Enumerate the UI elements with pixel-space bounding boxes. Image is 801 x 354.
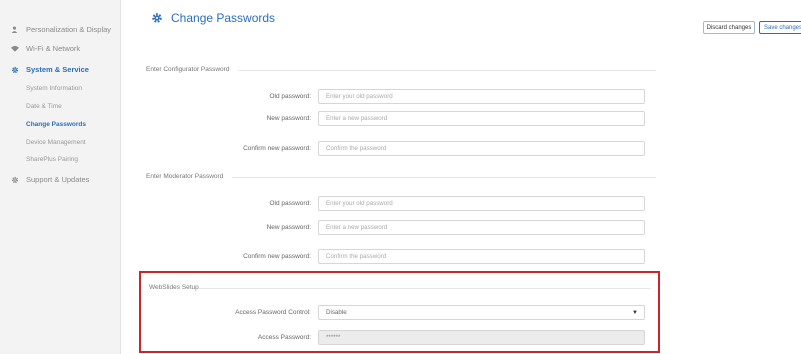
sidebar-item-wifi[interactable]: Wi-Fi & Network <box>10 44 80 53</box>
moderator-old-password-input[interactable]: Enter your old password <box>318 196 645 211</box>
sidebar-subitem-date-time[interactable]: Date & Time <box>26 103 62 110</box>
gear-icon <box>151 12 163 24</box>
section-heading-configurator: Enter Configurator Password <box>146 66 230 73</box>
gear-icon <box>10 66 19 74</box>
sidebar-item-personalization[interactable]: Personalization & Display <box>10 25 111 34</box>
moderator-new-password-label: New password: <box>266 224 311 231</box>
save-changes-button[interactable]: Save changes <box>759 21 801 34</box>
access-password-control-select[interactable]: Disable ▼ <box>318 305 645 320</box>
person-icon <box>10 26 19 33</box>
sidebar-item-label: System & Service <box>26 65 89 74</box>
configurator-new-password-input[interactable]: Enter a new password <box>318 111 645 126</box>
divider <box>199 288 651 289</box>
configurator-confirm-password-label: Confirm new password: <box>243 145 311 152</box>
moderator-confirm-password-label: Confirm new password: <box>243 253 311 260</box>
configurator-new-password-label: New password: <box>266 115 311 122</box>
sidebar-item-label: Personalization & Display <box>26 25 112 34</box>
configurator-old-password-input[interactable]: Enter your old password <box>318 89 645 104</box>
sidebar-subitem-device-management[interactable]: Device Management <box>26 139 86 146</box>
access-password-label: Access Password: <box>257 334 311 341</box>
sidebar-subitem-shareplus-pairing[interactable]: SharePlus Pairing <box>26 156 78 163</box>
sidebar-subitem-change-passwords[interactable]: Change Passwords <box>26 121 86 128</box>
sidebar-item-label: Wi-Fi & Network <box>26 44 81 53</box>
configurator-old-password-label: Old password: <box>269 93 311 100</box>
caret-down-icon: ▼ <box>632 310 638 316</box>
divider <box>238 70 656 71</box>
wifi-icon <box>10 45 19 52</box>
configurator-confirm-password-input[interactable]: Confirm the password <box>318 141 645 156</box>
section-heading-webslides: WebSlides Setup <box>149 284 199 291</box>
access-password-input[interactable]: ****** <box>318 330 645 345</box>
sidebar-subitem-system-information[interactable]: System Information <box>26 85 82 92</box>
gear-icon <box>10 176 19 184</box>
moderator-new-password-input[interactable]: Enter a new password <box>318 220 645 235</box>
sidebar-item-label: Support & Updates <box>26 175 90 184</box>
moderator-confirm-password-input[interactable]: Confirm the password <box>318 249 645 264</box>
sidebar-item-support[interactable]: Support & Updates <box>10 175 89 184</box>
moderator-old-password-label: Old password: <box>269 200 311 207</box>
page-title: Change Passwords <box>151 11 275 25</box>
divider <box>232 177 656 178</box>
access-password-control-label: Access Password Control: <box>235 309 311 316</box>
sidebar-item-system[interactable]: System & Service <box>10 65 89 74</box>
discard-changes-button[interactable]: Discard changes <box>703 21 755 34</box>
sidebar: Personalization & Display Wi-Fi & Networ… <box>0 0 121 354</box>
page-title-text: Change Passwords <box>171 11 276 25</box>
access-password-control-value: Disable <box>326 309 347 316</box>
section-heading-moderator: Enter Moderator Password <box>146 173 224 180</box>
